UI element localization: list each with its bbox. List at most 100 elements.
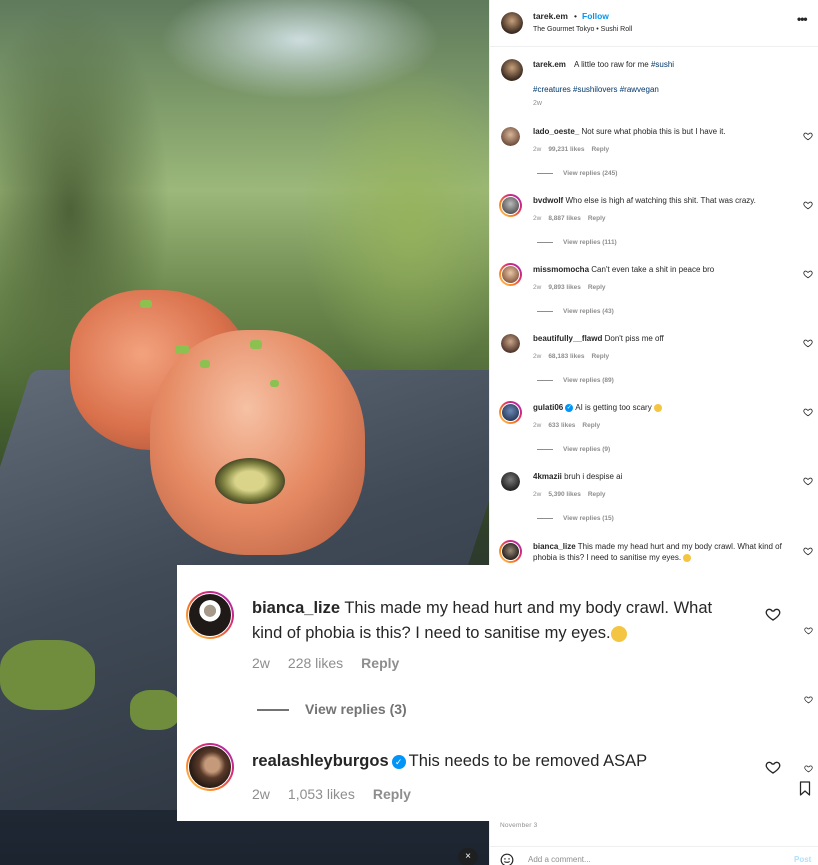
like-heart-icon[interactable] [803,131,813,141]
add-comment-input[interactable]: Add a comment... [528,855,591,864]
like-heart-icon[interactable] [804,764,813,773]
reply-button[interactable]: Reply [588,215,606,222]
commenter-avatar[interactable] [501,472,520,491]
likes-count[interactable]: 99,231 likes [548,146,584,153]
like-heart-icon[interactable] [803,269,813,279]
photo-herb [175,345,189,354]
like-heart-icon[interactable] [765,759,781,775]
commenter-avatar[interactable] [499,540,522,563]
like-heart-icon[interactable] [804,626,813,635]
zoom-comment-line-2: kind of phobia is this? I need to saniti… [252,621,627,646]
likes-count[interactable]: 68,183 likes [548,353,584,360]
caption-text: A little too raw for me #sushi [574,60,675,69]
comment-username[interactable]: missmomocha [533,265,589,274]
view-replies-button[interactable]: View replies (3) [257,701,407,717]
likes-count[interactable]: 1,053 likes [288,786,355,802]
zoomed-comments-callout: bianca_lize This made my head hurt and m… [177,565,790,821]
photo-herb [140,300,152,308]
scared-emoji-icon [653,403,662,412]
comment-text: lado_oeste_ Not sure what phobia this is… [533,127,726,136]
comment-meta: 2w 99,231 likes Reply [533,146,610,153]
like-heart-icon[interactable] [803,407,813,417]
comment-username[interactable]: beautifully__flawd [533,334,602,343]
more-options-icon[interactable]: ••• [797,12,808,26]
comment-text: bvdwolf Who else is high af watching thi… [533,196,756,205]
like-heart-icon[interactable] [803,338,813,348]
reply-button[interactable]: Reply [373,786,411,802]
comment-username[interactable]: lado_oeste_ [533,127,579,136]
comment-text: bianca_lize This made my head hurt and m… [533,542,782,562]
commenter-avatar[interactable] [499,401,522,424]
like-heart-icon[interactable] [765,606,781,622]
like-heart-icon[interactable] [803,200,813,210]
reply-button[interactable]: Reply [582,422,600,429]
comment-username[interactable]: realashleyburgos [252,752,389,770]
comment-username[interactable]: gulati06 [533,403,563,412]
comment-text: beautifully__flawd Don't piss me off [533,334,664,343]
comment-meta: 2w 1,053 likes Reply [252,786,411,802]
emoji-picker-icon[interactable] [500,853,514,865]
comment-text: 4kmazii bruh i despise ai [533,472,623,481]
add-comment-bar: Add a comment... Post [490,846,818,865]
post-location[interactable]: The Gourmet Tokyo • Sushi Roll [533,26,632,33]
reply-button[interactable]: Reply [588,284,606,291]
post-date: November 3 [500,822,538,829]
comment-username[interactable]: bianca_lize [533,542,576,551]
comment-text: gulati06 ✓ AI is getting too scary [533,402,801,413]
author-avatar[interactable] [501,12,523,34]
post-comment-button[interactable]: Post [794,855,811,864]
like-heart-icon[interactable] [804,695,813,704]
comment-meta: 2w 633 likes Reply [533,422,601,429]
comment-meta: 2w 5,390 likes Reply [533,491,606,498]
mute-icon[interactable]: × [458,848,478,865]
author-username[interactable]: tarek.em [533,11,568,21]
photo-sushi-roll-front [150,330,365,555]
like-heart-icon[interactable] [803,546,813,556]
commenter-avatar[interactable] [501,334,520,353]
view-replies-button[interactable]: View replies (89) [537,377,614,384]
caption-username[interactable]: tarek.em [533,60,566,69]
verified-badge-icon: ✓ [565,403,574,412]
commenter-avatar[interactable] [499,263,522,286]
likes-count[interactable]: 5,390 likes [548,491,581,498]
like-heart-icon[interactable] [803,476,813,486]
commenter-avatar[interactable] [186,743,234,791]
header-separator: • [574,11,577,21]
reply-button[interactable]: Reply [361,655,399,671]
caption-avatar[interactable] [501,59,523,81]
view-replies-button[interactable]: View replies (15) [537,515,614,522]
photo-tree-right [300,60,489,380]
likes-count[interactable]: 228 likes [288,655,343,671]
view-replies-button[interactable]: View replies (111) [537,239,617,246]
verified-badge-icon: ✓ [391,754,406,769]
photo-eye [215,458,285,504]
commenter-avatar[interactable] [499,194,522,217]
view-replies-button[interactable]: View replies (9) [537,446,610,453]
hashtag-link[interactable]: #sushi [651,60,674,69]
commenter-avatar[interactable] [186,591,234,639]
photo-herb [270,380,279,387]
likes-count[interactable]: 9,893 likes [548,284,581,291]
comment-username[interactable]: bvdwolf [533,196,563,205]
likes-count[interactable]: 633 likes [548,422,575,429]
reply-button[interactable]: Reply [588,491,606,498]
save-bookmark-icon[interactable] [799,781,811,796]
crying-emoji-icon [683,553,692,562]
likes-count[interactable]: 8,887 likes [548,215,581,222]
photo-garnish [130,690,180,730]
photo-herb [250,340,262,349]
reply-button[interactable]: Reply [591,146,609,153]
zoom-comment-line-1: bianca_lize This made my head hurt and m… [252,599,713,617]
follow-button[interactable]: Follow [582,11,609,21]
comment-text: missmomocha Can't even take a shit in pe… [533,265,715,274]
reply-button[interactable]: Reply [591,353,609,360]
comment-meta: 2w 9,893 likes Reply [533,284,606,291]
post-header: tarek.em • Follow The Gourmet Tokyo • Su… [490,0,818,47]
caption-hashtags[interactable]: #creatures #sushilovers #rawvegan [533,85,659,94]
comment-username[interactable]: 4kmazii [533,472,562,481]
commenter-avatar[interactable] [501,127,520,146]
comment-username[interactable]: bianca_lize [252,599,340,617]
view-replies-button[interactable]: View replies (245) [537,170,617,177]
comment-meta: 2w 228 likes Reply [252,655,400,671]
view-replies-button[interactable]: View replies (43) [537,308,614,315]
